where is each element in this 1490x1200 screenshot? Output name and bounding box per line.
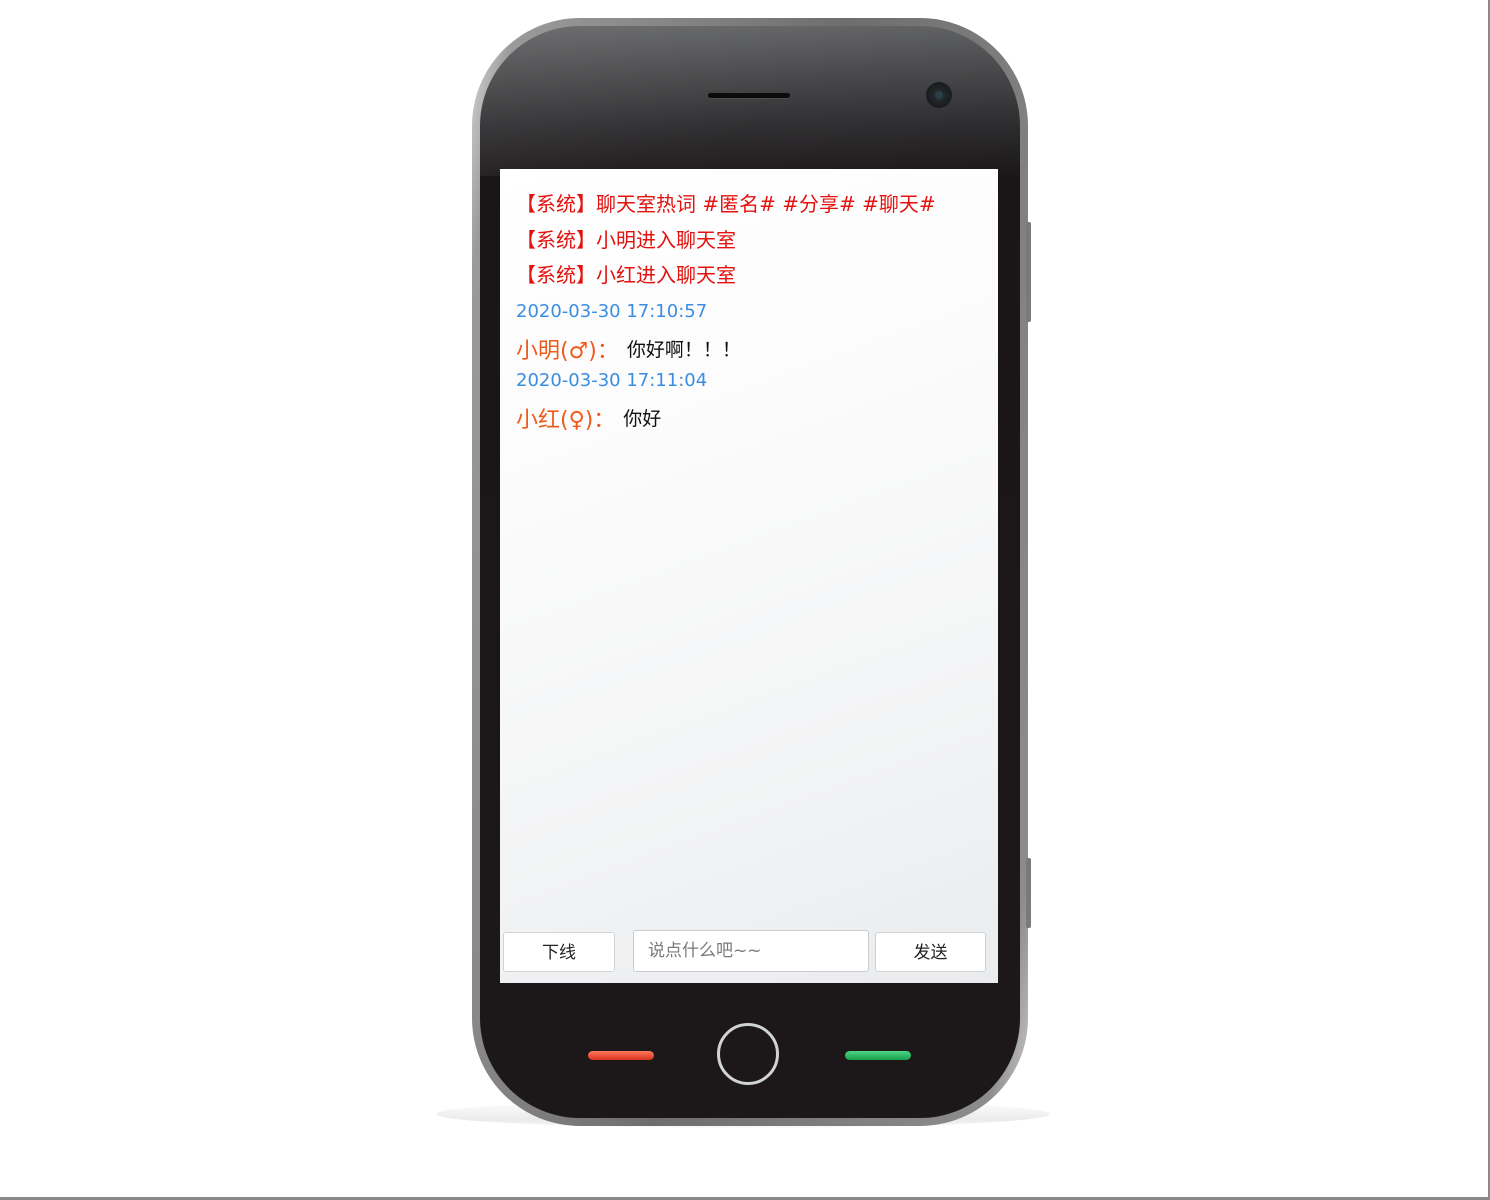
- hangup-bar-icon[interactable]: [588, 1051, 654, 1060]
- message-username: 小红(♀)：: [516, 407, 616, 433]
- message-text: 你好啊！！！: [626, 339, 741, 361]
- chat-message: 小红(♀)： 你好: [516, 402, 986, 433]
- message-username: 小明(♂)：: [516, 338, 619, 364]
- side-button-top: [1026, 222, 1031, 322]
- message-list: 【系统】聊天室热词 #匿名# #分享# #聊天# 【系统】小明进入聊天室 【系统…: [516, 187, 986, 433]
- offline-button[interactable]: 下线: [503, 932, 615, 972]
- message-timestamp: 2020-03-30 17:10:57: [516, 300, 708, 322]
- system-message: 【系统】小红进入聊天室: [516, 263, 736, 287]
- earpiece-speaker-icon: [708, 93, 790, 98]
- side-button-bottom: [1026, 858, 1031, 928]
- system-message: 【系统】小明进入聊天室: [516, 227, 736, 252]
- message-input[interactable]: [633, 930, 869, 972]
- call-bar-icon[interactable]: [845, 1051, 911, 1060]
- message-timestamp: 2020-03-30 17:11:04: [516, 369, 708, 391]
- front-camera-icon: [926, 82, 952, 108]
- chat-message: 小明(♂)： 你好啊！！！: [516, 333, 986, 364]
- chat-screen: 【系统】聊天室热词 #匿名# #分享# #聊天# 【系统】小明进入聊天室 【系统…: [500, 169, 998, 983]
- message-text: 你好: [623, 408, 662, 430]
- home-button-icon[interactable]: [717, 1023, 779, 1085]
- send-button[interactable]: 发送: [875, 932, 986, 972]
- system-message: 【系统】聊天室热词 #匿名# #分享# #聊天#: [516, 192, 936, 216]
